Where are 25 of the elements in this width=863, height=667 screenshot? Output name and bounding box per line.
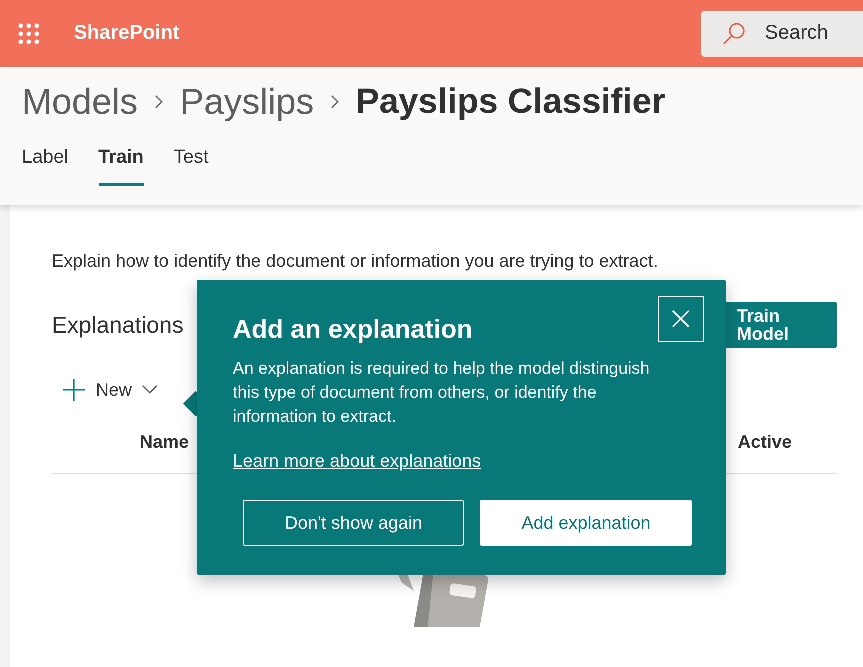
app-launcher-icon[interactable] [18, 22, 40, 44]
breadcrumb-item[interactable]: Payslips [180, 81, 314, 123]
chevron-icon [154, 94, 164, 110]
learn-more-link[interactable]: Learn more about explanations [233, 451, 482, 472]
breadcrumb-item[interactable]: Models [22, 81, 138, 123]
chevron-icon [330, 94, 340, 110]
tab[interactable]: Train [98, 139, 144, 186]
column-header[interactable]: Name [140, 432, 190, 453]
breadcrumb-item: Payslips Classifier [356, 82, 666, 122]
section-title: Explanations [52, 312, 184, 338]
search-field[interactable]: Search [701, 10, 863, 56]
add-explanation-button[interactable]: Add explanation [480, 500, 692, 546]
dont-show-again-button[interactable]: Don't show again [243, 500, 464, 546]
new-button[interactable]: New [52, 378, 168, 402]
close-button[interactable] [658, 296, 704, 342]
plus-icon [62, 378, 86, 402]
chevron-down-icon [142, 385, 158, 395]
search-icon [721, 20, 747, 46]
tab[interactable]: Label [22, 139, 68, 186]
close-icon [672, 310, 690, 328]
intro-text: Explain how to identify the document or information you are trying to extract. [52, 251, 660, 272]
column-header[interactable]: Active [738, 432, 792, 453]
popup-text: An explanation is required to help the model distinguish this type of document from others, or identify the information to extract. [233, 358, 651, 428]
popup-title: Add an explanation [233, 314, 473, 345]
tab[interactable]: Test [174, 139, 209, 186]
